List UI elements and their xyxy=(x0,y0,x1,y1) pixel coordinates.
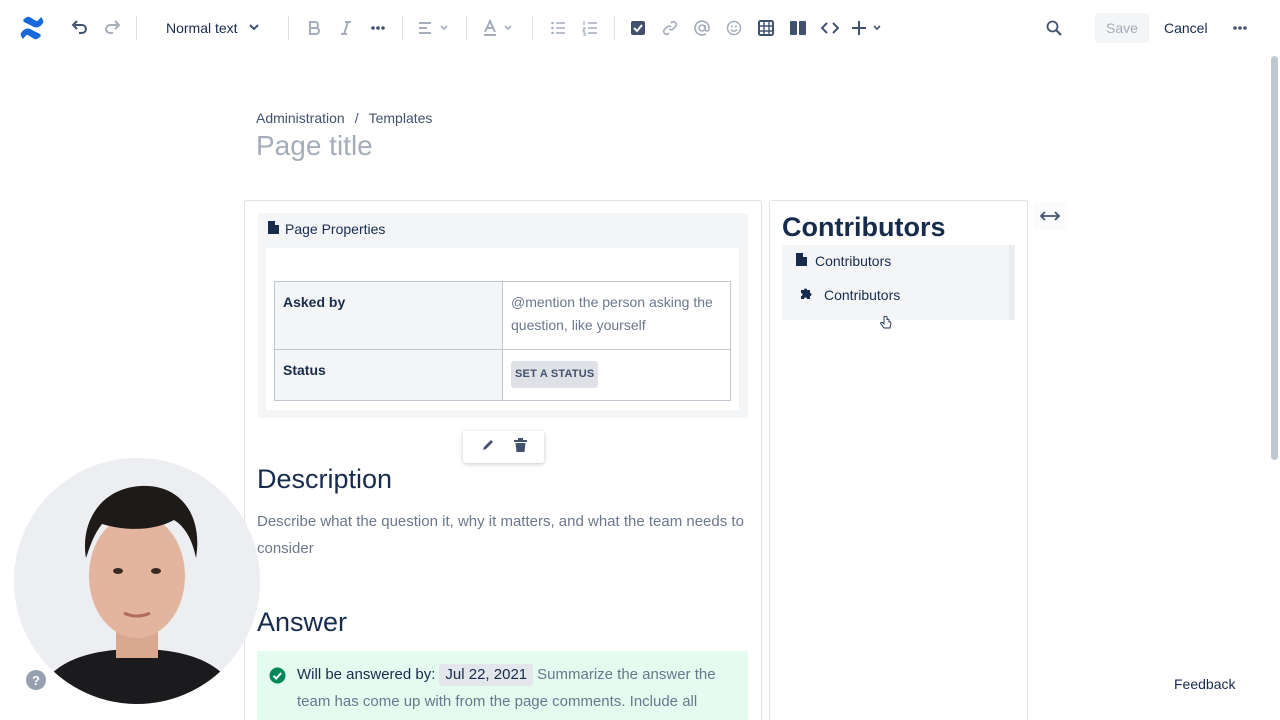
expand-width-icon[interactable] xyxy=(1034,202,1066,230)
macro-floating-toolbar xyxy=(463,431,544,463)
table-cell-key[interactable]: Status xyxy=(274,349,503,401)
page-properties-table: Asked by @mention the person asking the … xyxy=(274,281,731,401)
answer-label: Will be answered by: xyxy=(297,666,436,683)
trash-icon[interactable] xyxy=(513,437,527,457)
text-style-label: Normal text xyxy=(166,20,238,36)
description-heading[interactable]: Description xyxy=(257,464,392,495)
breadcrumb-item-administration[interactable]: Administration xyxy=(256,110,345,126)
edit-pencil-icon[interactable] xyxy=(481,438,495,457)
breadcrumb: Administration / Templates xyxy=(256,110,432,126)
hand-cursor-icon xyxy=(880,315,892,335)
undo-icon[interactable] xyxy=(66,14,94,42)
toolbar-divider xyxy=(466,16,467,40)
breadcrumb-item-templates[interactable]: Templates xyxy=(369,110,433,126)
description-text[interactable]: Describe what the question it, why it ma… xyxy=(257,508,747,562)
bullet-list-icon[interactable] xyxy=(544,14,572,42)
layouts-icon[interactable] xyxy=(784,14,812,42)
contributors-plugin-row: Contributors xyxy=(800,286,900,303)
mention-icon[interactable] xyxy=(688,14,716,42)
table-cell-key[interactable]: Asked by xyxy=(274,281,503,350)
contributors-macro-label: Contributors xyxy=(815,253,892,269)
italic-icon[interactable] xyxy=(332,14,360,42)
search-icon[interactable] xyxy=(1040,14,1068,42)
insert-plus-icon[interactable] xyxy=(850,14,886,42)
toolbar-divider xyxy=(614,16,615,40)
contributors-macro-header: Contributors xyxy=(796,253,891,269)
document-icon xyxy=(796,253,807,269)
save-button[interactable]: Save xyxy=(1095,13,1149,43)
feedback-button[interactable]: Feedback xyxy=(1174,676,1235,692)
confluence-logo-icon[interactable] xyxy=(18,14,46,42)
date-chip[interactable]: Jul 22, 2021 xyxy=(439,664,534,686)
bold-icon[interactable] xyxy=(300,14,328,42)
answer-panel-text: Will be answered by: Jul 22, 2021 Summariz… xyxy=(297,661,737,715)
numbered-list-icon[interactable] xyxy=(576,14,604,42)
task-checkbox-icon[interactable] xyxy=(624,14,652,42)
table-cell-value[interactable]: SET A STATUS xyxy=(502,349,731,401)
contributors-plugin-label: Contributors xyxy=(824,286,901,303)
breadcrumb-separator: / xyxy=(354,110,359,126)
align-icon[interactable] xyxy=(414,14,454,42)
more-options-icon[interactable] xyxy=(1226,14,1254,42)
table-row: Status SET A STATUS xyxy=(274,349,731,401)
text-style-dropdown[interactable]: Normal text xyxy=(158,14,268,42)
redo-icon[interactable] xyxy=(98,14,126,42)
text-color-icon[interactable] xyxy=(478,14,518,42)
vertical-scrollbar[interactable] xyxy=(1271,56,1278,460)
table-cell-value[interactable]: @mention the person asking the question,… xyxy=(502,281,731,350)
puzzle-piece-icon xyxy=(800,286,814,303)
chevron-down-icon xyxy=(248,20,260,36)
page-properties-header: Page Properties xyxy=(268,221,385,237)
table-icon[interactable] xyxy=(752,14,780,42)
document-icon xyxy=(268,221,279,237)
toolbar-divider xyxy=(402,16,403,40)
more-formatting-icon[interactable] xyxy=(364,14,392,42)
person-avatar-icon xyxy=(14,458,260,704)
status-lozenge[interactable]: SET A STATUS xyxy=(511,361,599,388)
code-icon[interactable] xyxy=(816,14,844,42)
toolbar-divider xyxy=(136,16,137,40)
editor-toolbar: Normal text Save Cancel xyxy=(0,0,1280,56)
link-icon[interactable] xyxy=(656,14,684,42)
answer-heading[interactable]: Answer xyxy=(257,607,347,638)
help-button[interactable]: ? xyxy=(26,670,46,690)
cancel-button[interactable]: Cancel xyxy=(1158,13,1214,43)
page-properties-label: Page Properties xyxy=(285,221,386,237)
check-circle-icon xyxy=(269,667,286,689)
toolbar-divider xyxy=(288,16,289,40)
page-title-input[interactable]: Page title xyxy=(256,130,373,162)
toolbar-divider xyxy=(532,16,533,40)
emoji-icon[interactable] xyxy=(720,14,748,42)
webcam-video-overlay xyxy=(14,458,260,704)
table-row: Asked by @mention the person asking the … xyxy=(274,281,731,350)
contributors-heading[interactable]: Contributors xyxy=(782,212,945,243)
